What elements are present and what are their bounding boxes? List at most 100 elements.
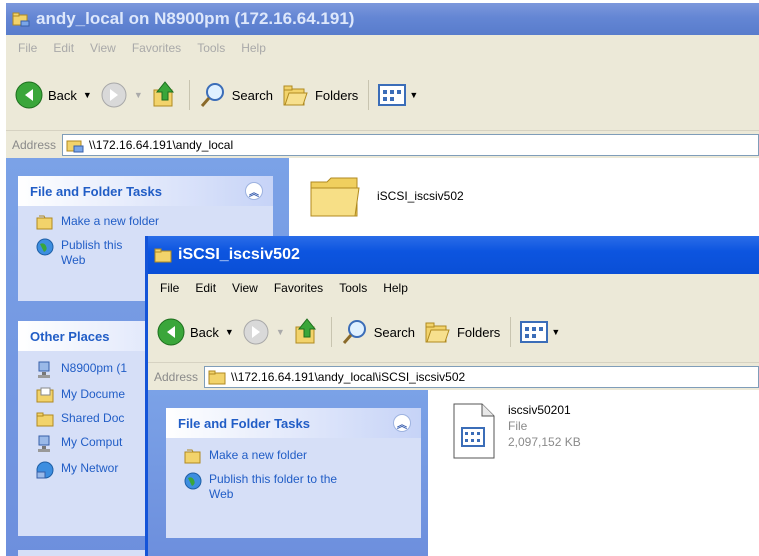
front-address-input[interactable]: \\172.16.64.191\andy_local\iSCSI_iscsiv5… — [204, 365, 759, 388]
back-menu-bar: File Edit View Favorites Tools Help — [6, 35, 759, 60]
back-menu-tools[interactable]: Tools — [197, 41, 225, 55]
back-title-bar[interactable]: andy_local on N8900pm (172.16.64.191) — [6, 3, 759, 35]
back-address-bar: Address \\172.16.64.191\andy_local — [6, 130, 759, 158]
chevron-down-icon[interactable]: ▼ — [83, 90, 92, 100]
front-menu-tools[interactable]: Tools — [339, 281, 367, 295]
back-folders-button[interactable]: Folders — [281, 81, 358, 109]
back-tasks-title: File and Folder Tasks — [30, 183, 162, 199]
globe-icon — [36, 238, 54, 256]
front-views-button[interactable]: ▼ — [519, 320, 560, 344]
back-address-label: Address — [12, 137, 57, 152]
front-tasks-header[interactable]: File and Folder Tasks ︽ — [166, 408, 421, 438]
file-icon — [453, 403, 495, 459]
back-arrow-icon — [15, 81, 43, 109]
back-back-button[interactable]: Back ▼ — [14, 80, 92, 110]
place-my-network-label: My Networ — [61, 461, 119, 475]
front-folders-button[interactable]: Folders — [423, 318, 500, 346]
folder-iscsi-iscsiv502[interactable]: iSCSI_iscsiv502 — [309, 172, 464, 220]
back-tasks-header[interactable]: File and Folder Tasks ︽ — [18, 176, 273, 206]
front-tasks-title: File and Folder Tasks — [178, 415, 310, 431]
collapse-icon[interactable]: ︽ — [245, 182, 263, 200]
back-menu-view[interactable]: View — [90, 41, 116, 55]
back-search-button[interactable]: Search — [198, 80, 273, 110]
back-arrow-icon — [157, 318, 185, 346]
folders-icon — [425, 322, 450, 343]
views-icon — [378, 84, 407, 106]
views-icon — [520, 321, 549, 343]
back-views-button[interactable]: ▼ — [377, 83, 418, 107]
network-folder-icon — [12, 12, 30, 27]
front-make-new-folder[interactable]: Make a new folder — [166, 438, 421, 468]
toolbar-separator — [510, 317, 512, 347]
folders-icon — [283, 85, 308, 106]
front-search-button[interactable]: Search — [340, 317, 415, 347]
front-title-bar[interactable]: iSCSI_iscsiv502 — [148, 236, 759, 274]
front-up-button[interactable] — [293, 317, 321, 347]
place-shared-documents-label: Shared Doc — [61, 411, 125, 425]
front-publish-label: Publish this folder to the Web — [209, 472, 338, 501]
front-menu-edit[interactable]: Edit — [195, 281, 216, 295]
back-forward-button[interactable]: ▼ — [100, 81, 143, 109]
front-back-button[interactable]: Back ▼ — [156, 317, 234, 347]
chevron-down-icon[interactable]: ▼ — [276, 327, 285, 337]
front-publish-folder[interactable]: Publish this folder to the Web — [166, 468, 421, 506]
documents-folder-icon — [36, 387, 54, 403]
forward-arrow-icon — [243, 319, 269, 345]
search-icon — [200, 83, 224, 107]
front-task-pane: File and Folder Tasks ︽ Make a new folde… — [148, 390, 428, 556]
network-icon — [36, 461, 54, 479]
network-folder-icon — [66, 140, 84, 152]
front-window-title: iSCSI_iscsiv502 — [178, 246, 300, 263]
new-folder-icon — [36, 215, 53, 230]
forward-arrow-icon — [101, 82, 127, 108]
front-menu-help[interactable]: Help — [383, 281, 408, 295]
front-address-label: Address — [154, 369, 199, 384]
computer-icon — [38, 435, 50, 452]
back-menu-favorites[interactable]: Favorites — [132, 41, 181, 55]
chevron-down-icon[interactable]: ▼ — [225, 327, 234, 337]
back-address-value: \\172.16.64.191\andy_local — [89, 137, 234, 152]
folder-icon — [154, 248, 172, 263]
back-make-new-folder[interactable]: Make a new folder — [18, 206, 273, 234]
front-back-label: Back — [190, 324, 219, 340]
search-icon — [342, 320, 366, 344]
back-window-title: andy_local on N8900pm (172.16.64.191) — [36, 9, 355, 28]
back-address-input[interactable]: \\172.16.64.191\andy_local — [62, 133, 759, 156]
back-menu-edit[interactable]: Edit — [53, 41, 74, 55]
chevron-down-icon[interactable]: ▼ — [134, 90, 143, 100]
collapse-icon[interactable]: ︽ — [393, 414, 411, 432]
front-menu-favorites[interactable]: Favorites — [274, 281, 323, 295]
folder-up-icon — [295, 318, 316, 344]
front-menu-file[interactable]: File — [160, 281, 179, 295]
computer-icon — [38, 361, 50, 378]
toolbar-separator — [368, 80, 370, 110]
toolbar-separator — [330, 317, 332, 347]
front-menu-view[interactable]: View — [232, 281, 258, 295]
file-name: iscsiv50201 — [508, 403, 571, 417]
chevron-down-icon[interactable]: ▼ — [409, 90, 418, 100]
back-menu-file[interactable]: File — [18, 41, 37, 55]
front-make-new-folder-label: Make a new folder — [209, 448, 308, 462]
front-address-value: \\172.16.64.191\andy_local\iSCSI_iscsiv5… — [231, 369, 466, 384]
new-folder-icon — [184, 449, 201, 464]
front-forward-button[interactable]: ▼ — [242, 318, 285, 346]
chevron-down-icon[interactable]: ▼ — [551, 327, 560, 337]
toolbar-separator — [188, 80, 190, 110]
folder-icon — [36, 412, 54, 427]
front-folders-label: Folders — [456, 324, 501, 340]
front-content-area: iscsiv50201 File 2,097,152 KB — [428, 390, 759, 556]
place-n8900pm-label: N8900pm (1 — [61, 361, 128, 375]
file-iscsiv50201[interactable]: iscsiv50201 File 2,097,152 KB — [450, 402, 581, 460]
globe-icon — [184, 472, 202, 490]
back-up-button[interactable] — [151, 80, 179, 110]
back-search-label: Search — [231, 87, 273, 103]
back-back-label: Back — [48, 87, 77, 103]
back-folders-label: Folders — [314, 87, 359, 103]
folder-icon — [310, 177, 360, 217]
place-my-documents-label: My Docume — [61, 387, 126, 401]
front-explorer-window: iSCSI_iscsiv502 File Edit View Favorites… — [145, 236, 759, 556]
back-other-places-title: Other Places — [30, 328, 110, 344]
folder-up-icon — [153, 81, 174, 107]
back-menu-help[interactable]: Help — [241, 41, 266, 55]
folder-name-label: iSCSI_iscsiv502 — [377, 189, 464, 203]
